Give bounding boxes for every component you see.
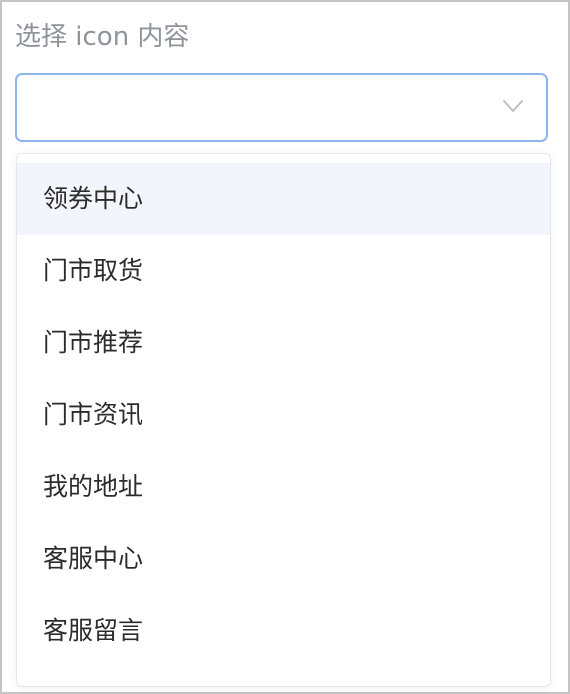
form-panel: 选择 icon 内容 领券中心 门市取货 门市推荐 门市资讯 我的地址 客服中心… — [0, 0, 570, 694]
dropdown-menu: 领券中心 门市取货 门市推荐 门市资讯 我的地址 客服中心 客服留言 — [16, 153, 551, 687]
dropdown-option-store-pickup[interactable]: 门市取货 — [17, 235, 550, 307]
dropdown-option-my-address[interactable]: 我的地址 — [17, 451, 550, 523]
dropdown-option-coupon-center[interactable]: 领券中心 — [17, 163, 550, 235]
icon-content-select[interactable] — [15, 73, 548, 142]
chevron-down-icon[interactable] — [502, 99, 524, 113]
dropdown-option-store-news[interactable]: 门市资讯 — [17, 379, 550, 451]
dropdown-option-store-recommend[interactable]: 门市推荐 — [17, 307, 550, 379]
dropdown-option-service-message[interactable]: 客服留言 — [17, 595, 550, 667]
dropdown-option-service-center[interactable]: 客服中心 — [17, 523, 550, 595]
field-label: 选择 icon 内容 — [15, 22, 190, 52]
